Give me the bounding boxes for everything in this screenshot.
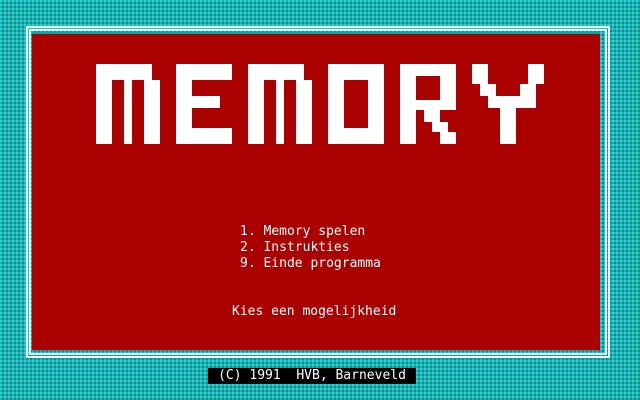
main-menu: 1. Memory spelen 2. Instrukties 9. Einde… — [240, 224, 381, 272]
menu-item-play-memory[interactable]: 1. Memory spelen — [240, 224, 381, 240]
menu-item-instructions[interactable]: 2. Instrukties — [240, 240, 381, 256]
dos-screen: 1. Memory spelen 2. Instrukties 9. Einde… — [0, 0, 640, 400]
choice-prompt: Kies een mogelijkheid — [232, 304, 397, 319]
memory-logo — [96, 64, 544, 144]
copyright-bar: (C) 1991 HVB, Barneveld — [208, 368, 416, 384]
menu-item-exit-program[interactable]: 9. Einde programma — [240, 256, 381, 272]
